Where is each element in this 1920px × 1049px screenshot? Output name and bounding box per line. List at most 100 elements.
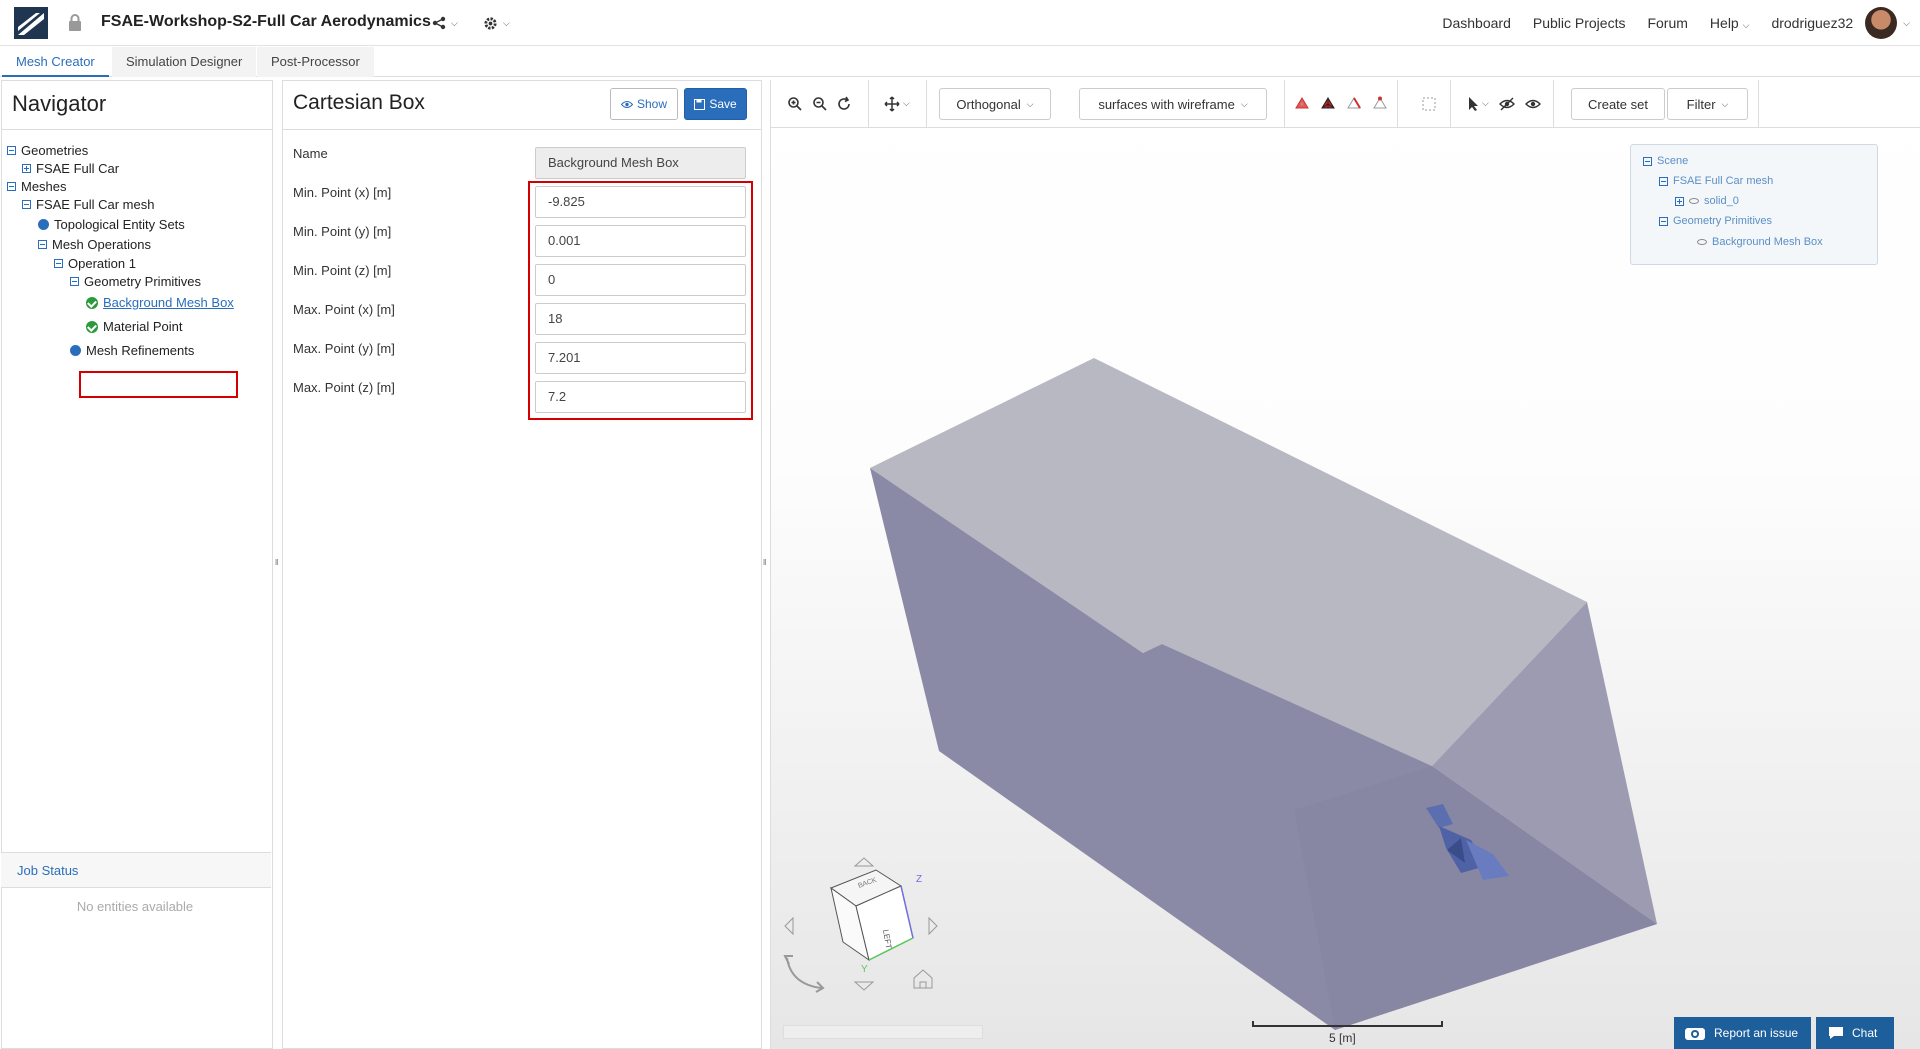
tree-mesh-operations[interactable]: Mesh Operations (38, 237, 151, 252)
share-menu[interactable]: ⌵ (432, 14, 458, 32)
box-select-icon[interactable] (1421, 96, 1437, 112)
scene-tree-mesh[interactable]: FSAE Full Car mesh (1659, 175, 1773, 187)
check-circle-icon (86, 296, 98, 309)
simscale-logo-icon[interactable] (14, 7, 48, 39)
refresh-icon[interactable] (836, 96, 852, 112)
collapse-icon[interactable] (54, 259, 63, 268)
tab-simulation-designer[interactable]: Simulation Designer (112, 47, 257, 77)
eye-icon[interactable] (1689, 198, 1699, 204)
panel-resize-handle[interactable]: ‖ (763, 558, 766, 567)
home-icon[interactable] (913, 969, 933, 989)
min-y-field[interactable]: 0.001 (535, 225, 746, 257)
collapse-icon[interactable] (1659, 176, 1668, 186)
collapse-icon[interactable] (1643, 156, 1652, 166)
save-button[interactable]: Save (684, 88, 747, 120)
chat-button[interactable]: Chat (1816, 1017, 1894, 1049)
panel-resize-handle[interactable]: ‖ (275, 558, 278, 567)
point-select-icon[interactable] (1372, 96, 1388, 112)
job-status-header[interactable]: Job Status (1, 852, 271, 888)
tree-mesh-refinements[interactable]: Mesh Refinements (70, 343, 194, 358)
tree-material-point[interactable]: Material Point (86, 319, 182, 334)
collapse-icon[interactable] (22, 200, 31, 209)
orientation-cube[interactable]: LEFT BACK Z Y (829, 869, 922, 975)
scene-tree-box[interactable]: Background Mesh Box (1697, 236, 1823, 248)
scene-tree-primitives[interactable]: Geometry Primitives (1659, 215, 1772, 227)
tab-post-processor[interactable]: Post-Processor (257, 47, 374, 77)
chevron-down-icon[interactable]: ⌵ (903, 98, 910, 109)
rotate-up-arrow-icon[interactable] (853, 857, 875, 867)
create-set-button[interactable]: Create set (1571, 88, 1665, 120)
viewport-canvas[interactable]: LEFT BACK Z Y (771, 128, 1920, 1049)
cursor-icon[interactable] (1466, 96, 1482, 112)
scene-tree-solid[interactable]: solid_0 (1675, 195, 1739, 207)
pan-icon[interactable] (884, 96, 900, 112)
tree-geometries[interactable]: Geometries (7, 143, 88, 158)
edge-select-icon[interactable] (1346, 96, 1362, 112)
collapse-icon[interactable] (7, 146, 16, 155)
max-y-field[interactable]: 7.201 (535, 342, 746, 374)
avatar[interactable] (1865, 7, 1898, 39)
show-label: Show (636, 97, 668, 111)
floppy-icon (694, 98, 706, 110)
show-button[interactable]: Show (610, 88, 678, 120)
scene-tree-root[interactable]: Scene (1643, 155, 1688, 167)
filter-dropdown[interactable]: Filter ⌵ (1667, 88, 1748, 120)
tree-label: Material Point (103, 319, 183, 334)
tree-label: Background Mesh Box (103, 295, 234, 310)
face-select-icon[interactable] (1294, 96, 1310, 112)
name-field[interactable]: Background Mesh Box (535, 147, 746, 179)
dashboard-link[interactable]: Dashboard (1442, 15, 1511, 31)
settings-menu[interactable]: ⌵ (483, 14, 510, 32)
eye-icon[interactable] (1525, 96, 1541, 112)
zoom-out-icon[interactable] (812, 96, 828, 112)
username[interactable]: drodriguez32 (1771, 15, 1853, 31)
max-x-field[interactable]: 18 (535, 303, 746, 335)
collapse-icon[interactable] (1659, 216, 1668, 226)
help-menu[interactable]: Help ⌵ (1710, 15, 1750, 31)
name-label: Name (293, 146, 328, 161)
job-status-empty: No entities available (76, 899, 194, 914)
scene-tree-panel: Scene FSAE Full Car mesh solid_0 Geometr… (1630, 144, 1878, 265)
collapse-icon[interactable] (7, 182, 16, 191)
tree-label: Mesh Refinements (86, 343, 195, 358)
eye-icon[interactable] (1697, 239, 1707, 245)
divider (1397, 80, 1398, 128)
tree-geometry-primitives[interactable]: Geometry Primitives (70, 274, 201, 289)
forum-link[interactable]: Forum (1647, 15, 1687, 31)
collapse-icon[interactable] (38, 240, 47, 249)
tree-label: Operation 1 (68, 256, 136, 271)
rotate-left-arrow-icon[interactable] (784, 916, 794, 936)
zoom-in-icon[interactable] (787, 96, 803, 112)
roll-arrow-icon[interactable] (783, 955, 825, 993)
hide-icon[interactable] (1499, 96, 1515, 112)
min-z-field[interactable]: 0 (535, 264, 746, 296)
tree-meshes[interactable]: Meshes (7, 179, 67, 194)
rotate-right-arrow-icon[interactable] (928, 916, 938, 936)
divider (1553, 80, 1554, 128)
y-axis-label: Y (861, 964, 868, 975)
max-z-field[interactable]: 7.2 (535, 381, 746, 413)
report-issue-button[interactable]: Report an issue (1674, 1017, 1811, 1049)
max-y-label: Max. Point (y) [m] (293, 341, 395, 356)
tab-mesh-creator[interactable]: Mesh Creator (2, 47, 109, 77)
public-projects-link[interactable]: Public Projects (1533, 15, 1626, 31)
tree-fsae-full-car-mesh[interactable]: FSAE Full Car mesh (22, 197, 154, 212)
volume-select-icon[interactable] (1320, 96, 1336, 112)
chevron-down-icon[interactable]: ⌵ (1903, 18, 1910, 29)
expand-icon[interactable] (1675, 196, 1684, 206)
rotate-down-arrow-icon[interactable] (853, 981, 875, 991)
collapse-icon[interactable] (70, 277, 79, 286)
chevron-down-icon[interactable]: ⌵ (1482, 98, 1489, 109)
projection-dropdown[interactable]: Orthogonal ⌵ (939, 88, 1051, 120)
tree-label: Topological Entity Sets (54, 217, 185, 232)
tree-background-mesh-box[interactable]: Background Mesh Box (86, 295, 234, 310)
tree-label: FSAE Full Car mesh (36, 197, 155, 212)
min-x-field[interactable]: -9.825 (535, 186, 746, 218)
expand-icon[interactable] (22, 164, 31, 173)
render-mode-dropdown[interactable]: surfaces with wireframe ⌵ (1079, 88, 1267, 120)
tree-topological-entity-sets[interactable]: Topological Entity Sets (38, 217, 185, 232)
projection-label: Orthogonal (956, 96, 1021, 112)
3d-viewer[interactable]: ⌵ Orthogonal ⌵ surfaces with wireframe ⌵… (770, 80, 1920, 1049)
tree-fsae-full-car[interactable]: FSAE Full Car (22, 161, 119, 176)
tree-operation-1[interactable]: Operation 1 (54, 256, 136, 271)
